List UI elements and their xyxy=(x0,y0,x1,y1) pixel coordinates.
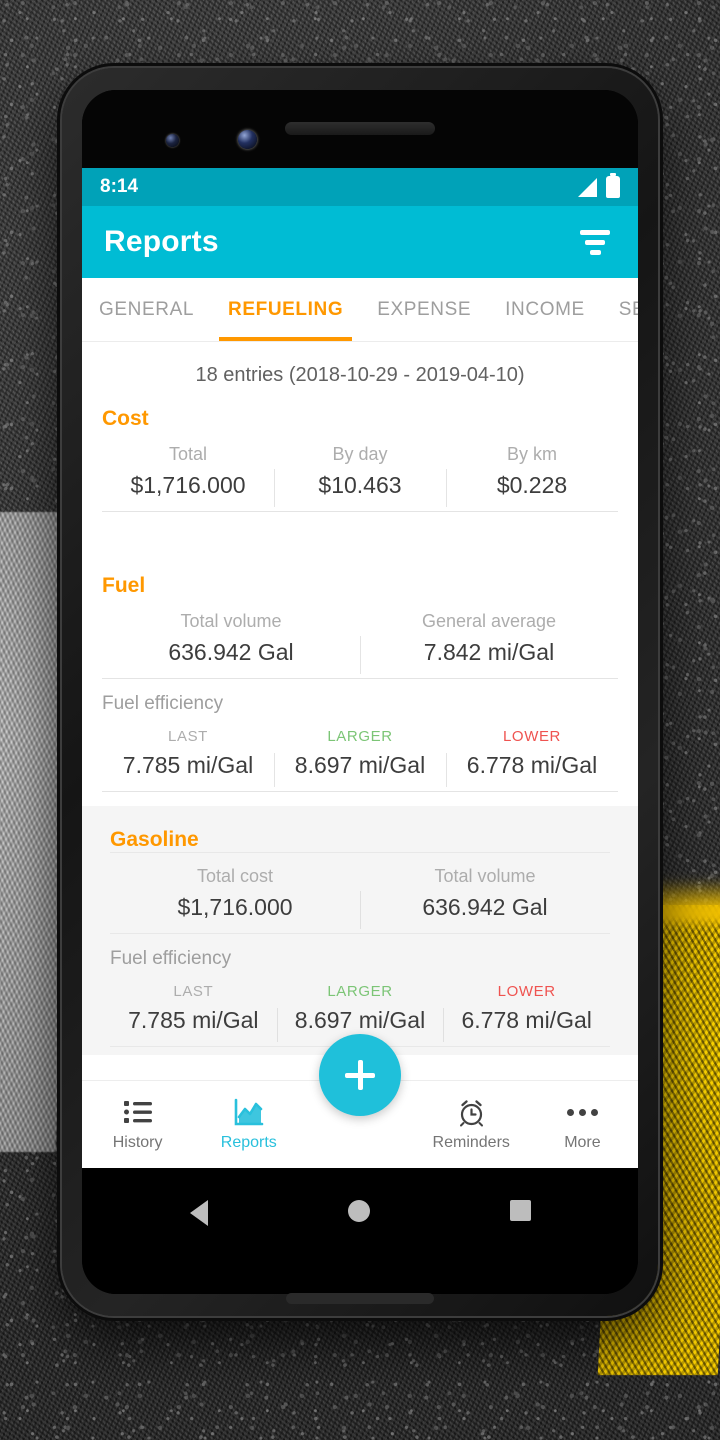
tab-refueling-label: REFUELING xyxy=(228,298,344,320)
gasoline-efficiency-last-cell: LAST 7.785 mi/Gal xyxy=(110,976,277,1046)
more-dots-icon xyxy=(566,1097,598,1127)
fuel-general-average-label: General average xyxy=(421,611,557,631)
gasoline-efficiency-lower-label: LOWER xyxy=(497,983,556,1000)
app-bar: Reports xyxy=(82,206,638,278)
status-bar-icons xyxy=(578,173,620,198)
gasoline-efficiency-larger-label: LARGER xyxy=(327,983,393,1000)
fuel-efficiency-lower-cell: LOWER 6.778 mi/Gal xyxy=(446,721,618,791)
phone-device: 8:14 Reports GENERAL REFUELING EXPENSE I… xyxy=(62,68,658,1316)
fuel-stat-row: Total volume 636.942 Gal General average… xyxy=(82,604,638,678)
fuel-efficiency-lower-label: LOWER xyxy=(502,728,561,745)
cost-bykm-cell: By km $0.228 xyxy=(446,437,618,511)
tab-expense-label: EXPENSE xyxy=(377,298,472,320)
battery-icon xyxy=(606,173,620,198)
tab-service[interactable]: SERV xyxy=(602,278,638,341)
signal-icon xyxy=(578,177,597,197)
tab-general[interactable]: GENERAL xyxy=(82,278,211,341)
gasoline-efficiency-label: Fuel efficiency xyxy=(110,948,232,969)
fuel-efficiency-larger-value: 8.697 mi/Gal xyxy=(294,752,426,778)
fuel-total-volume-value: 636.942 Gal xyxy=(168,639,294,665)
fuel-efficiency-last-label: LAST xyxy=(168,728,208,745)
gasoline-stat-row: Total cost $1,716.000 Total volume 636.9… xyxy=(82,859,638,933)
cost-total-cell: Total $1,716.000 xyxy=(102,437,274,511)
fuel-efficiency-last-cell: LAST 7.785 mi/Gal xyxy=(102,721,274,791)
gasoline-total-volume-cell: Total volume 636.942 Gal xyxy=(360,859,610,933)
android-navigation-bar[interactable] xyxy=(82,1168,638,1294)
gasoline-total-volume-label: Total volume xyxy=(434,866,536,886)
gasoline-efficiency-lower-value: 6.778 mi/Gal xyxy=(461,1007,592,1033)
front-camera-primary-icon xyxy=(238,130,257,149)
cost-total-label: Total xyxy=(168,444,208,464)
fuel-general-average-value: 7.842 mi/Gal xyxy=(423,639,555,665)
fuel-total-volume-label: Total volume xyxy=(180,611,282,631)
page-title: Reports xyxy=(104,225,219,258)
fuel-efficiency-divider xyxy=(102,791,618,792)
fuel-efficiency-larger-cell: LARGER 8.697 mi/Gal xyxy=(274,721,446,791)
entries-summary: 18 entries (2018-10-29 - 2019-04-10) xyxy=(195,364,525,386)
nav-item-more-label: More xyxy=(564,1134,601,1151)
alarm-clock-icon xyxy=(457,1097,486,1127)
tab-income-label: INCOME xyxy=(505,298,585,320)
back-triangle-icon[interactable] xyxy=(189,1200,208,1226)
status-bar: 8:14 xyxy=(82,168,638,206)
add-entry-fab[interactable] xyxy=(319,1034,401,1116)
fuel-efficiency-last-value: 7.785 mi/Gal xyxy=(122,752,254,778)
gasoline-section-title: Gasoline xyxy=(110,828,199,851)
plus-icon xyxy=(343,1058,377,1092)
fuel-efficiency-larger-label: LARGER xyxy=(327,728,393,745)
gasoline-top-divider xyxy=(110,852,610,853)
tab-service-label: SERV xyxy=(618,298,638,320)
gasoline-card: Gasoline Total cost $1,716.000 Total vol… xyxy=(82,806,638,1055)
filter-icon[interactable] xyxy=(574,224,616,261)
cost-byday-label: By day xyxy=(332,444,388,464)
cost-bykm-label: By km xyxy=(506,444,557,464)
cost-bykm-value: $0.228 xyxy=(496,472,568,498)
earpiece-speaker xyxy=(285,122,435,135)
gasoline-efficiency-larger-value: 8.697 mi/Gal xyxy=(294,1007,426,1033)
phone-screen-frame: 8:14 Reports GENERAL REFUELING EXPENSE I… xyxy=(82,90,638,1294)
cost-byday-value: $10.463 xyxy=(318,472,402,498)
fuel-efficiency-lower-value: 6.778 mi/Gal xyxy=(466,752,598,778)
tab-general-label: GENERAL xyxy=(99,298,195,320)
cost-section-title: Cost xyxy=(102,407,149,430)
nav-item-more[interactable]: More xyxy=(527,1097,638,1152)
report-tabs[interactable]: GENERAL REFUELING EXPENSE INCOME SERV xyxy=(82,278,638,342)
nav-item-reminders[interactable]: Reminders xyxy=(416,1097,527,1152)
cost-stat-row: Total $1,716.000 By day $10.463 By km $0… xyxy=(82,437,638,511)
bottom-speaker-grille xyxy=(286,1293,434,1304)
line-chart-icon xyxy=(234,1097,264,1127)
gasoline-efficiency-last-value: 7.785 mi/Gal xyxy=(128,1007,259,1033)
nav-item-history-label: History xyxy=(112,1134,163,1151)
fuel-general-average-cell: General average 7.842 mi/Gal xyxy=(360,604,618,678)
recents-square-icon[interactable] xyxy=(509,1200,531,1221)
gasoline-total-cost-value: $1,716.000 xyxy=(177,894,293,920)
cost-total-value: $1,716.000 xyxy=(130,472,246,498)
gasoline-efficiency-lower-cell: LOWER 6.778 mi/Gal xyxy=(443,976,610,1046)
nav-item-reports[interactable]: Reports xyxy=(193,1097,304,1152)
gasoline-total-volume-value: 636.942 Gal xyxy=(422,894,548,920)
home-circle-icon[interactable] xyxy=(347,1200,370,1222)
top-bezel xyxy=(82,90,638,168)
front-camera-secondary-icon xyxy=(166,134,179,147)
nav-item-reminders-label: Reminders xyxy=(432,1134,510,1151)
nav-item-reports-label: Reports xyxy=(220,1134,277,1151)
fuel-section-title: Fuel xyxy=(102,574,146,597)
tab-refueling[interactable]: REFUELING xyxy=(211,278,360,341)
tab-income[interactable]: INCOME xyxy=(488,278,602,341)
fuel-efficiency-row: LAST 7.785 mi/Gal LARGER 8.697 mi/Gal LO… xyxy=(82,721,638,791)
gasoline-total-cost-label: Total cost xyxy=(196,866,274,886)
tab-expense[interactable]: EXPENSE xyxy=(360,278,488,341)
status-bar-time: 8:14 xyxy=(100,176,139,197)
app-screen: 8:14 Reports GENERAL REFUELING EXPENSE I… xyxy=(82,168,638,1168)
list-icon xyxy=(123,1097,152,1127)
fuel-efficiency-label: Fuel efficiency xyxy=(102,693,224,714)
cost-byday-cell: By day $10.463 xyxy=(274,437,446,511)
gasoline-total-cost-cell: Total cost $1,716.000 xyxy=(110,859,360,933)
fuel-total-volume-cell: Total volume 636.942 Gal xyxy=(102,604,360,678)
nav-item-history[interactable]: History xyxy=(82,1097,193,1152)
gasoline-efficiency-last-label: LAST xyxy=(173,983,214,1000)
